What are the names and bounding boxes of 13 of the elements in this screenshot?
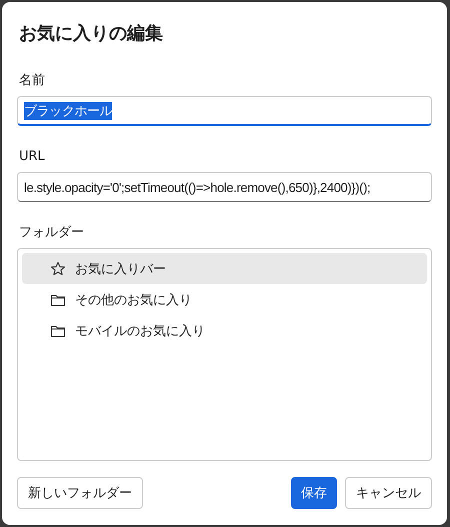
folder-item[interactable]: お気に入りバー xyxy=(22,253,427,284)
dialog-title: お気に入りの編集 xyxy=(19,22,164,46)
folder-item[interactable]: モバイルのお気に入り xyxy=(22,315,427,346)
save-button[interactable]: 保存 xyxy=(291,477,337,509)
folder-label: フォルダー xyxy=(19,224,85,242)
url-field[interactable]: le.style.opacity='0';setTimeout(()=>hole.remove(),650)},2400)})(); xyxy=(17,172,432,202)
star-icon xyxy=(50,260,66,276)
cancel-button[interactable]: キャンセル xyxy=(345,477,432,509)
new-folder-button[interactable]: 新しいフォルダー xyxy=(17,477,143,509)
folder-item[interactable]: その他のお気に入り xyxy=(22,284,427,315)
field-label: 名前 xyxy=(19,72,46,90)
name-field[interactable]: ブラックホール xyxy=(17,96,432,126)
field-label: URL xyxy=(19,148,46,166)
